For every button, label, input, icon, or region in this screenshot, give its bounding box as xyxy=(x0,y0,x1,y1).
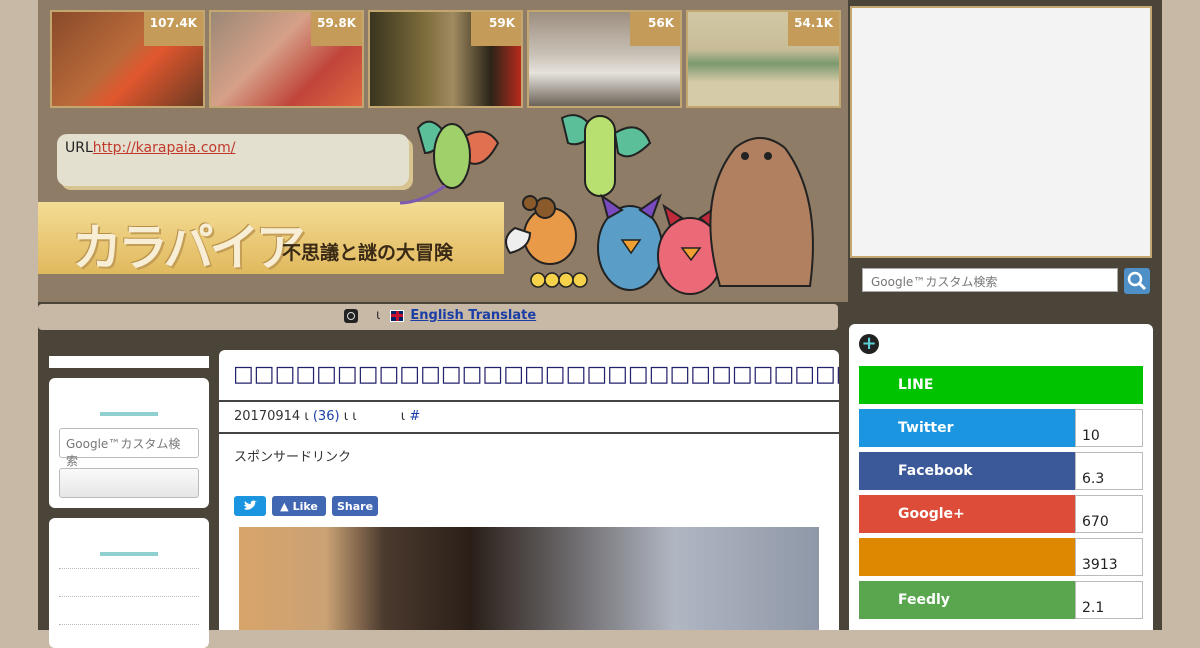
plus-icon[interactable]: + xyxy=(859,334,879,354)
tweet-button[interactable] xyxy=(234,496,266,516)
site-url-line: URLhttp://karapaia.com/ xyxy=(65,140,235,156)
sidebar-search-input[interactable]: Google™カスタム検索 xyxy=(59,428,199,468)
list-divider xyxy=(59,596,199,597)
feedly-share-bar[interactable]: Feedly xyxy=(859,581,1075,619)
feedly-count: 2.1 xyxy=(1075,581,1143,619)
left-search-card: Google™カスタム検索 xyxy=(49,378,209,508)
header-search-button[interactable] xyxy=(1124,268,1150,294)
share-label: Share xyxy=(336,499,374,513)
facebook-share-bar[interactable]: Facebook xyxy=(859,452,1075,490)
orange-count: 3913 xyxy=(1075,538,1143,576)
section-divider xyxy=(100,412,158,416)
article-panel: □□□□□□□□□□□□□□□□□□□□□□□□□□□□□□□□□□□□□ 20… xyxy=(219,350,839,630)
social-share-panel: + LINE Twitter 10 Facebook 6.3 Google+ 6… xyxy=(849,324,1153,630)
googleplus-share-bar[interactable]: Google+ xyxy=(859,495,1075,533)
facebook-count: 6.3 xyxy=(1075,452,1143,490)
site-url-box: URLhttp://karapaia.com/ xyxy=(57,134,409,186)
english-translate-link[interactable]: English Translate xyxy=(410,308,536,323)
share-row-line[interactable]: LINE xyxy=(859,366,1143,404)
sidebar-search-button[interactable] xyxy=(59,468,199,498)
twitter-share-bar[interactable]: Twitter xyxy=(859,409,1075,447)
orange-share-bar[interactable] xyxy=(859,538,1075,576)
twitter-label: Twitter xyxy=(898,420,954,436)
ad-space xyxy=(850,6,1152,258)
sponsored-link-label: スポンサードリンク xyxy=(234,450,352,465)
meta-separator: ι xyxy=(343,409,349,424)
like-label: Like xyxy=(292,499,318,513)
article-meta-line: 20170914 ι (36) ι ι ι # xyxy=(234,409,420,424)
share-row-feedly[interactable]: Feedly 2.1 xyxy=(859,581,1143,619)
meta-separator: ι xyxy=(304,409,309,424)
blue-bird-mascot xyxy=(597,193,663,291)
left-sidebar-top-strip xyxy=(49,356,209,368)
uk-flag-icon[interactable] xyxy=(390,309,405,322)
section-divider xyxy=(100,552,158,556)
thumbs-up-icon: ▲ xyxy=(280,499,289,513)
url-label: URL xyxy=(65,140,93,156)
twitter-count: 10 xyxy=(1075,409,1143,447)
article-meta: 20170914 ι (36) ι ι ι # xyxy=(219,400,839,434)
site-url-link[interactable]: http://karapaia.com/ xyxy=(93,140,236,156)
article-title[interactable]: □□□□□□□□□□□□□□□□□□□□□□□□□□□□□□□□□□□□□ xyxy=(233,362,839,387)
article-main-image xyxy=(239,527,819,630)
view-count-badge: 107.4K xyxy=(143,12,203,46)
facebook-share-button[interactable]: Share xyxy=(332,496,378,516)
thumbnail-3[interactable]: 59K xyxy=(368,10,523,108)
share-row-googleplus[interactable]: Google+ 670 xyxy=(859,495,1143,533)
site-logo: カラパイア xyxy=(72,219,305,277)
translate-separator: ι xyxy=(376,308,381,323)
search-icon xyxy=(1127,271,1147,291)
view-count-badge: 59.8K xyxy=(311,12,362,46)
view-count-badge: 56K xyxy=(630,12,680,46)
header-search-input[interactable]: Google™カスタム検索 xyxy=(862,268,1118,292)
article-date: 20170914 xyxy=(234,409,301,424)
left-list-card xyxy=(49,518,209,648)
butterfly-mascot-center xyxy=(560,114,652,197)
butterfly-mascot-left xyxy=(399,120,500,205)
translate-bar: ι English Translate xyxy=(38,304,838,330)
popular-thumbnails: 107.4K 59.8K 59K 56K 54.1K xyxy=(50,10,841,108)
orange-bird-mascot xyxy=(505,195,577,265)
twitter-bird-icon xyxy=(244,500,257,510)
line-label: LINE xyxy=(898,377,934,393)
thumbnail-5[interactable]: 54.1K xyxy=(686,10,841,108)
share-buttons: ▲ Like Share xyxy=(234,496,378,516)
translate-links: ι English Translate xyxy=(344,308,536,323)
meta-separator: ι xyxy=(400,409,406,424)
meta-separator: ι xyxy=(352,409,357,424)
googleplus-label: Google+ xyxy=(898,506,965,522)
permalink-hash[interactable]: # xyxy=(409,409,420,424)
comment-count-link[interactable]: (36) xyxy=(313,409,340,424)
brown-blob-mascot xyxy=(709,137,814,287)
thumbnail-1[interactable]: 107.4K xyxy=(50,10,205,108)
share-row-facebook[interactable]: Facebook 6.3 xyxy=(859,452,1143,490)
list-divider xyxy=(59,568,199,569)
thumbnail-2[interactable]: 59.8K xyxy=(209,10,364,108)
line-share-bar[interactable]: LINE xyxy=(859,366,1143,404)
chick-mascots xyxy=(530,272,588,288)
googleplus-count: 670 xyxy=(1075,495,1143,533)
share-row-twitter[interactable]: Twitter 10 xyxy=(859,409,1143,447)
share-row-hatena[interactable]: 3913 xyxy=(859,538,1143,576)
mascot-illustration xyxy=(399,114,814,295)
list-divider xyxy=(59,624,199,625)
view-count-badge: 59K xyxy=(471,12,521,46)
globe-icon[interactable] xyxy=(344,308,358,323)
feedly-label: Feedly xyxy=(898,592,950,608)
thumbnail-4[interactable]: 56K xyxy=(527,10,682,108)
facebook-like-button[interactable]: ▲ Like xyxy=(272,496,326,516)
view-count-badge: 54.1K xyxy=(788,12,839,46)
facebook-label: Facebook xyxy=(898,463,973,479)
